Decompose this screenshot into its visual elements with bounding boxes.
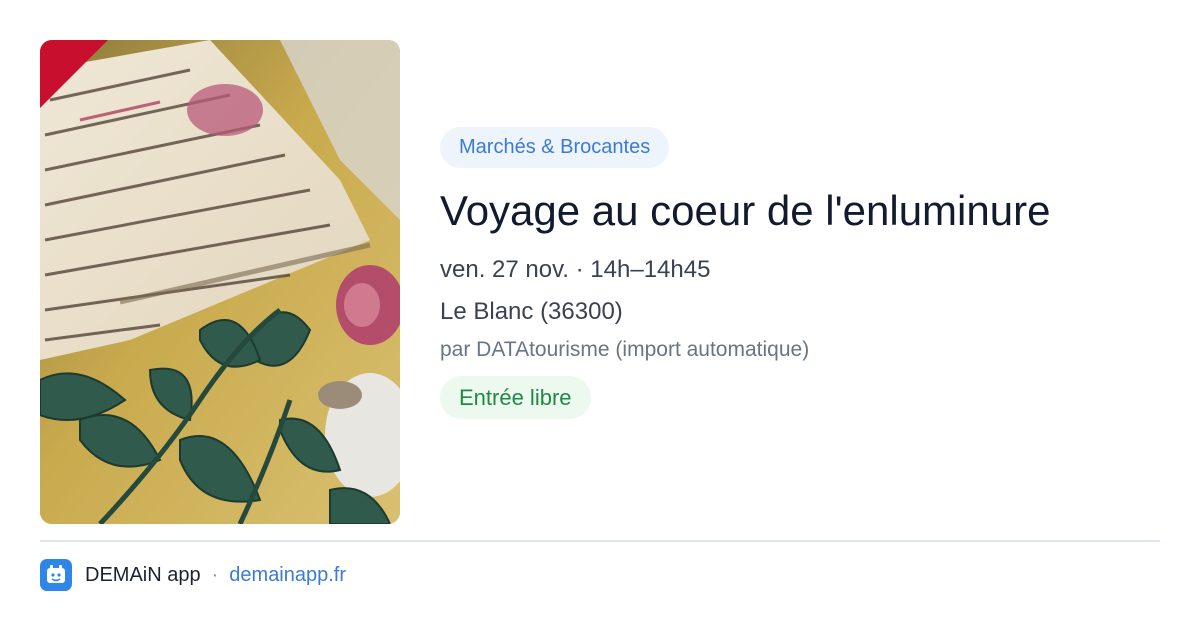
footer-separator: · xyxy=(211,563,219,586)
footer: DEMAiN app · demainapp.fr xyxy=(40,558,346,592)
app-url-link[interactable]: demainapp.fr xyxy=(229,564,346,587)
footer-divider xyxy=(40,540,1160,542)
price-badge: Entrée libre xyxy=(440,376,591,420)
event-location: Le Blanc (36300) xyxy=(440,298,623,326)
event-organizer: par DATAtourisme (import automatique) xyxy=(440,338,810,362)
event-title[interactable]: Voyage au coeur de l'enluminure xyxy=(440,186,1160,236)
event-info: Marchés & Brocantes Voyage au coeur de l… xyxy=(440,127,1160,420)
illuminated-manuscript-image xyxy=(40,40,400,524)
app-name: DEMAiN app xyxy=(85,563,201,586)
event-photo[interactable] xyxy=(40,40,400,524)
category-chip[interactable]: Marchés & Brocantes xyxy=(440,127,670,168)
demain-app-logo-icon[interactable] xyxy=(40,559,72,591)
event-datetime: ven. 27 nov. · 14h–14h45 xyxy=(440,256,711,284)
